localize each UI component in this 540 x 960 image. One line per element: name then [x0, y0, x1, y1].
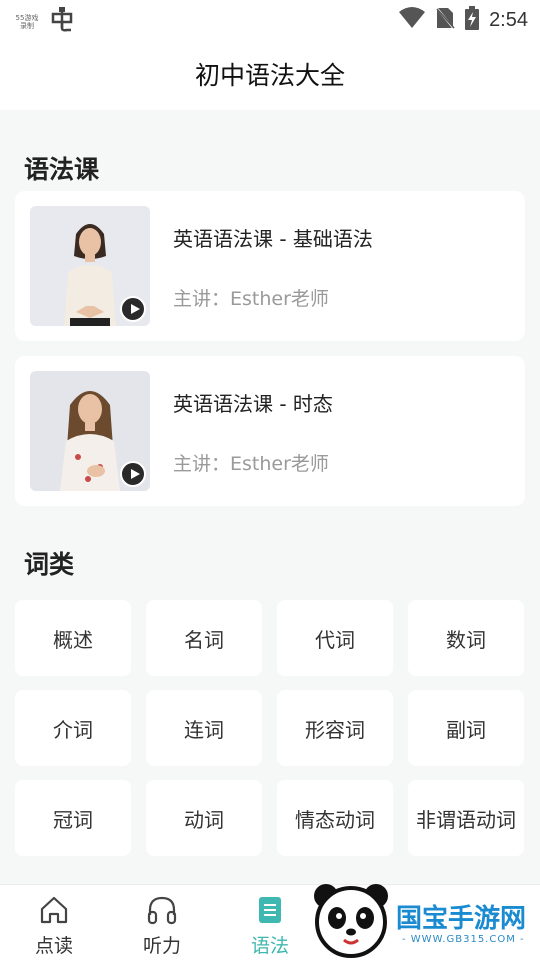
word-class-item[interactable]: 连词	[146, 690, 262, 766]
course-thumbnail[interactable]	[30, 371, 150, 491]
course-teacher: 主讲：Esther老师	[173, 288, 329, 310]
word-class-item[interactable]: 概述	[15, 600, 131, 676]
word-class-item[interactable]: 介词	[15, 690, 131, 766]
recorder-logo-line1: 55游戏	[15, 13, 39, 22]
recorder-logo-icon: 55游戏 录制	[14, 9, 40, 35]
grammar-section-title: 语法课	[24, 155, 100, 184]
word-class-item[interactable]: 代词	[277, 600, 393, 676]
status-bar: 55游戏 录制 2:54	[0, 0, 540, 38]
word-class-item[interactable]: 副词	[408, 690, 524, 766]
headphones-icon	[146, 895, 178, 925]
status-time: 2:54	[489, 8, 528, 31]
watermark-url: - WWW.GB315.COM -	[402, 934, 525, 945]
page-title: 初中语法大全	[194, 61, 345, 90]
word-class-item[interactable]: 动词	[146, 780, 262, 856]
battery-charging-icon	[465, 6, 480, 34]
course-name: 英语语法课 - 基础语法	[173, 227, 373, 251]
course-name: 英语语法课 - 时态	[173, 392, 333, 416]
word-class-section-title: 词类	[24, 550, 75, 579]
tab-label: 听力	[142, 935, 181, 957]
list-icon	[254, 895, 286, 925]
course-thumbnail[interactable]	[30, 206, 150, 326]
app-header: 初中语法大全	[0, 38, 540, 110]
tab-grammar[interactable]: 语法	[216, 885, 324, 960]
panda-logo-icon	[314, 884, 388, 958]
wifi-icon	[399, 7, 426, 33]
word-class-item[interactable]: 形容词	[277, 690, 393, 766]
home-icon	[38, 895, 70, 925]
course-card-basic-grammar[interactable]: 英语语法课 - 基础语法 主讲：Esther老师	[15, 191, 525, 341]
recorder-logo-line2: 录制	[20, 21, 34, 30]
word-class-item[interactable]: 冠词	[15, 780, 131, 856]
course-teacher: 主讲：Esther老师	[173, 453, 329, 475]
tab-listening[interactable]: 听力	[108, 885, 216, 960]
tab-read[interactable]: 点读	[0, 885, 108, 960]
site-watermark: 国宝手游网 - WWW.GB315.COM -	[310, 880, 540, 960]
play-icon[interactable]	[120, 461, 146, 487]
watermark-text: 国宝手游网	[396, 904, 527, 934]
word-class-item[interactable]: 数词	[408, 600, 524, 676]
word-class-item[interactable]: 非谓语动词	[408, 780, 524, 856]
play-icon[interactable]	[120, 296, 146, 322]
no-sim-icon	[435, 6, 455, 34]
tab-label: 点读	[34, 935, 73, 957]
course-card-tense[interactable]: 英语语法课 - 时态 主讲：Esther老师	[15, 356, 525, 506]
tab-label: 语法	[250, 935, 289, 957]
bug-icon	[50, 6, 74, 37]
word-class-item[interactable]: 名词	[146, 600, 262, 676]
word-class-item[interactable]: 情态动词	[277, 780, 393, 856]
